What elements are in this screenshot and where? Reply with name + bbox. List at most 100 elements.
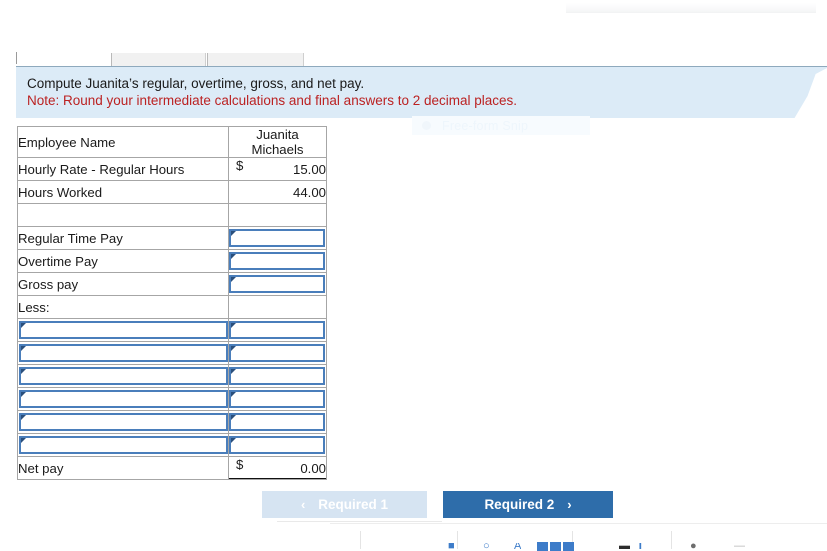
toolbar-glyph-icon[interactable]: ●	[690, 543, 697, 549]
row-label-gross-pay: Gross pay	[17, 272, 229, 296]
next-requirement-button[interactable]: Required 2 ›	[443, 491, 613, 518]
spacer-label-cell	[17, 203, 229, 227]
hours-worked-value: 44.00	[228, 180, 327, 204]
cutoff-bottom-toolbar	[0, 523, 827, 549]
input-cell-deduction-amount-3[interactable]	[228, 364, 327, 388]
window-edge-artifact	[566, 3, 816, 13]
deduction-label-input-2[interactable]	[19, 344, 228, 362]
row-label-regular-time-pay: Regular Time Pay	[17, 226, 229, 250]
toolbar-top-hairline	[330, 523, 827, 524]
ghost-tabstrip	[0, 52, 827, 66]
gross-pay-input[interactable]	[229, 275, 325, 293]
input-cell-overtime-pay[interactable]	[228, 249, 327, 273]
row-label: Employee Name	[17, 126, 229, 158]
table-row: Net pay $ 0.00	[17, 456, 327, 480]
next-requirement-label: Required 2	[484, 497, 555, 512]
ghost-tab-1[interactable]	[111, 53, 206, 66]
input-cell-deduction-amount-2[interactable]	[228, 341, 327, 365]
regular-time-pay-input[interactable]	[229, 229, 325, 247]
input-cell-deduction-label-5[interactable]	[17, 410, 229, 434]
payroll-worksheet: Employee Name Juanita Michaels Hourly Ra…	[17, 126, 327, 480]
instruction-banner: Compute Juanita’s regular, overtime, gro…	[16, 66, 827, 118]
free-form-snip-ghost: Free-form Snip	[412, 116, 590, 135]
employee-name-value: Juanita Michaels	[228, 126, 327, 158]
input-cell-deduction-amount-4[interactable]	[228, 387, 327, 411]
toolbar-glyph-icon[interactable]: A	[514, 543, 521, 549]
input-cell-deduction-label-2[interactable]	[17, 341, 229, 365]
row-label-overtime-pay: Overtime Pay	[17, 249, 229, 273]
table-row: Regular Time Pay	[17, 226, 327, 250]
deduction-amount-input-3[interactable]	[229, 367, 325, 385]
hourly-rate-amount: 15.00	[292, 161, 326, 177]
chevron-right-icon: ›	[567, 497, 572, 512]
instruction-text: Compute Juanita’s regular, overtime, gro…	[27, 75, 517, 109]
less-value-cell	[228, 295, 327, 319]
input-cell-deduction-label-1[interactable]	[17, 318, 229, 342]
tabstrip-tick	[16, 52, 17, 64]
table-row	[17, 364, 327, 388]
toolbar-separator	[457, 531, 458, 549]
deduction-amount-input-2[interactable]	[229, 344, 325, 362]
deduction-amount-input-6[interactable]	[229, 436, 325, 454]
deduction-label-input-6[interactable]	[19, 436, 228, 454]
deduction-label-input-4[interactable]	[19, 390, 228, 408]
net-pay-value: $ 0.00	[228, 456, 327, 480]
toolbar-glyph-icon[interactable]: ■	[448, 543, 455, 549]
toolbar-glyph-icon[interactable]: —	[734, 543, 745, 549]
deduction-amount-input-4[interactable]	[229, 390, 325, 408]
deduction-label-input-1[interactable]	[19, 321, 228, 339]
toolbar-glyph-icon[interactable]: ○	[483, 543, 490, 549]
table-row: Overtime Pay	[17, 249, 327, 273]
toolbar-glyph-icon[interactable]: ▬	[619, 543, 630, 549]
table-row	[17, 433, 327, 457]
previous-requirement-button[interactable]: ‹ Required 1	[262, 491, 427, 518]
deduction-label-input-5[interactable]	[19, 413, 228, 431]
spacer-value-cell	[228, 203, 327, 227]
overtime-pay-input[interactable]	[229, 252, 325, 270]
deduction-label-input-3[interactable]	[19, 367, 228, 385]
input-cell-regular-time-pay[interactable]	[228, 226, 327, 250]
employee-first-name: Juanita	[256, 127, 299, 142]
table-row	[17, 341, 327, 365]
employee-last-name: Michaels	[251, 142, 304, 157]
table-row: Gross pay	[17, 272, 327, 296]
table-row-spacer	[17, 203, 327, 227]
chevron-left-icon: ‹	[300, 497, 306, 512]
instruction-line-1: Compute Juanita’s regular, overtime, gro…	[27, 76, 365, 91]
input-cell-deduction-label-4[interactable]	[17, 387, 229, 411]
deduction-amount-input-5[interactable]	[229, 413, 325, 431]
input-cell-deduction-label-3[interactable]	[17, 364, 229, 388]
input-cell-deduction-amount-6[interactable]	[228, 433, 327, 457]
snip-icon	[422, 121, 431, 130]
deduction-amount-input-1[interactable]	[229, 321, 325, 339]
net-pay-amount: 0.00	[300, 460, 326, 476]
input-cell-gross-pay[interactable]	[228, 272, 327, 296]
toolbar-separator	[671, 531, 672, 549]
table-row: Hours Worked 44.00	[17, 180, 327, 204]
input-cell-deduction-amount-1[interactable]	[228, 318, 327, 342]
currency-symbol: $	[236, 457, 244, 472]
row-label: Hourly Rate - Regular Hours	[17, 157, 229, 181]
hourly-rate-value: $ 15.00	[228, 157, 327, 181]
page-indicator-square-3[interactable]	[563, 542, 574, 551]
requirement-navigation: ‹ Required 1 Required 2 ›	[262, 491, 613, 518]
table-row: Hourly Rate - Regular Hours $ 15.00	[17, 157, 327, 181]
table-row	[17, 387, 327, 411]
page-indicator-square-1[interactable]	[537, 542, 548, 551]
table-row: Less:	[17, 295, 327, 319]
currency-symbol: $	[236, 158, 244, 173]
instruction-note-line: Note: Round your intermediate calculatio…	[27, 93, 518, 108]
ghost-tab-2[interactable]	[207, 53, 304, 66]
snip-ghost-label: Free-form Snip	[442, 118, 529, 133]
navigation-divider	[277, 521, 442, 522]
table-row	[17, 318, 327, 342]
input-cell-deduction-label-6[interactable]	[17, 433, 229, 457]
toolbar-separator	[360, 531, 361, 549]
row-label-less: Less:	[17, 295, 229, 319]
row-label: Hours Worked	[17, 180, 229, 204]
previous-requirement-label: Required 1	[318, 497, 389, 512]
input-cell-deduction-amount-5[interactable]	[228, 410, 327, 434]
row-label-net-pay: Net pay	[17, 456, 229, 480]
toolbar-glyph-icon[interactable]: ┃	[637, 543, 644, 549]
table-row: Employee Name Juanita Michaels	[17, 126, 327, 158]
